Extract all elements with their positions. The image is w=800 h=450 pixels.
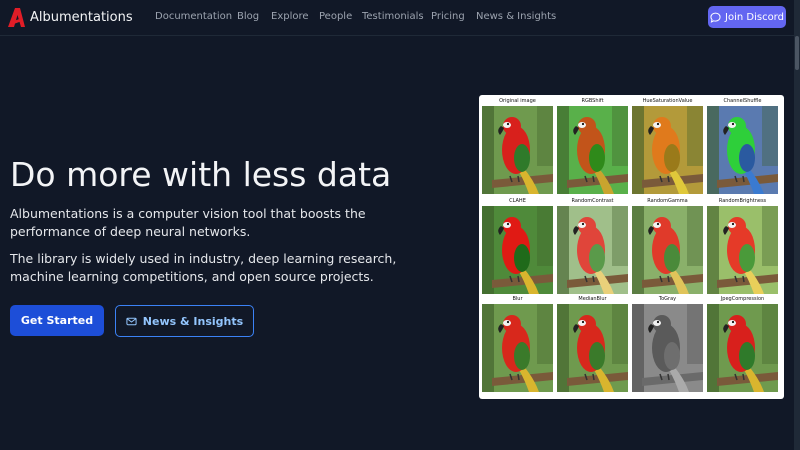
hero-title: Do more with less data bbox=[10, 155, 392, 194]
chat-bubble-icon bbox=[710, 12, 721, 23]
join-discord-label: Join Discord bbox=[725, 11, 784, 23]
augmentation-cell: Original image bbox=[482, 97, 553, 194]
parrot-image bbox=[557, 304, 628, 392]
augmentation-label: RGBShift bbox=[581, 98, 604, 104]
augmentation-cell: JpegCompression bbox=[707, 295, 778, 392]
hero-description: Albumentations is a computer vision tool… bbox=[10, 206, 366, 239]
parrot-image bbox=[632, 206, 703, 294]
parrot-image bbox=[482, 304, 553, 392]
augmentation-cell: CLAHE bbox=[482, 197, 553, 294]
nav-link-blog[interactable]: Blog bbox=[237, 11, 259, 22]
augmentation-label: CLAHE bbox=[509, 198, 526, 204]
hero-description-secondary: The library is widely used in industry, … bbox=[10, 251, 397, 284]
parrot-image bbox=[632, 106, 703, 194]
augmentation-label: RandomContrast bbox=[571, 198, 614, 204]
news-insights-button[interactable]: News & Insights bbox=[115, 305, 254, 337]
augmentation-cell: RandomBrightness bbox=[707, 197, 778, 294]
nav-link-people[interactable]: People bbox=[319, 11, 352, 22]
augmentation-label: HueSaturationValue bbox=[642, 98, 693, 104]
augmentation-label: Original image bbox=[499, 98, 536, 104]
parrot-image bbox=[557, 206, 628, 294]
augmentation-label: RandomBrightness bbox=[718, 198, 767, 204]
nav-link-testimonials[interactable]: Testimonials bbox=[362, 11, 424, 22]
parrot-image bbox=[707, 206, 778, 294]
join-discord-button[interactable]: Join Discord bbox=[708, 6, 786, 28]
top-navbar: Albumentations Documentation Blog Explor… bbox=[0, 0, 800, 36]
brand-name[interactable]: Albumentations bbox=[30, 10, 133, 25]
scrollbar-thumb[interactable] bbox=[795, 36, 799, 70]
get-started-button[interactable]: Get Started bbox=[10, 305, 104, 336]
augmentation-cell: RandomGamma bbox=[632, 197, 703, 294]
parrot-image bbox=[482, 106, 553, 194]
parrot-image bbox=[557, 106, 628, 194]
nav-link-pricing[interactable]: Pricing bbox=[431, 11, 465, 22]
parrot-image bbox=[482, 206, 553, 294]
augmentation-cell: ToGray bbox=[632, 295, 703, 392]
augmentation-cell: ChannelShuffle bbox=[707, 97, 778, 194]
augmentation-cell: MedianBlur bbox=[557, 295, 628, 392]
nav-link-documentation[interactable]: Documentation bbox=[155, 11, 232, 22]
albumentations-logo-icon[interactable] bbox=[8, 8, 25, 27]
augmentation-cell: RandomContrast bbox=[557, 197, 628, 294]
augmentation-cell: Blur bbox=[482, 295, 553, 392]
parrot-image bbox=[707, 106, 778, 194]
parrot-image bbox=[632, 304, 703, 392]
nav-link-explore[interactable]: Explore bbox=[271, 11, 309, 22]
parrot-image bbox=[707, 304, 778, 392]
augmentation-label: RandomGamma bbox=[647, 198, 688, 204]
augmentation-cell: HueSaturationValue bbox=[632, 97, 703, 194]
augmentation-cell: RGBShift bbox=[557, 97, 628, 194]
augmentation-label: Blur bbox=[512, 296, 523, 302]
nav-link-news[interactable]: News & Insights bbox=[476, 11, 556, 22]
page-scrollbar[interactable] bbox=[794, 0, 800, 450]
augmentation-label: MedianBlur bbox=[578, 296, 607, 302]
mail-icon bbox=[126, 317, 137, 325]
augmentation-label: ChannelShuffle bbox=[723, 98, 762, 104]
augmentation-examples-grid: Original image RGBShift HueSaturationValue… bbox=[479, 95, 784, 399]
news-insights-label: News & Insights bbox=[142, 314, 244, 328]
augmentation-label: ToGray bbox=[658, 296, 677, 302]
augmentation-label: JpegCompression bbox=[720, 296, 765, 302]
